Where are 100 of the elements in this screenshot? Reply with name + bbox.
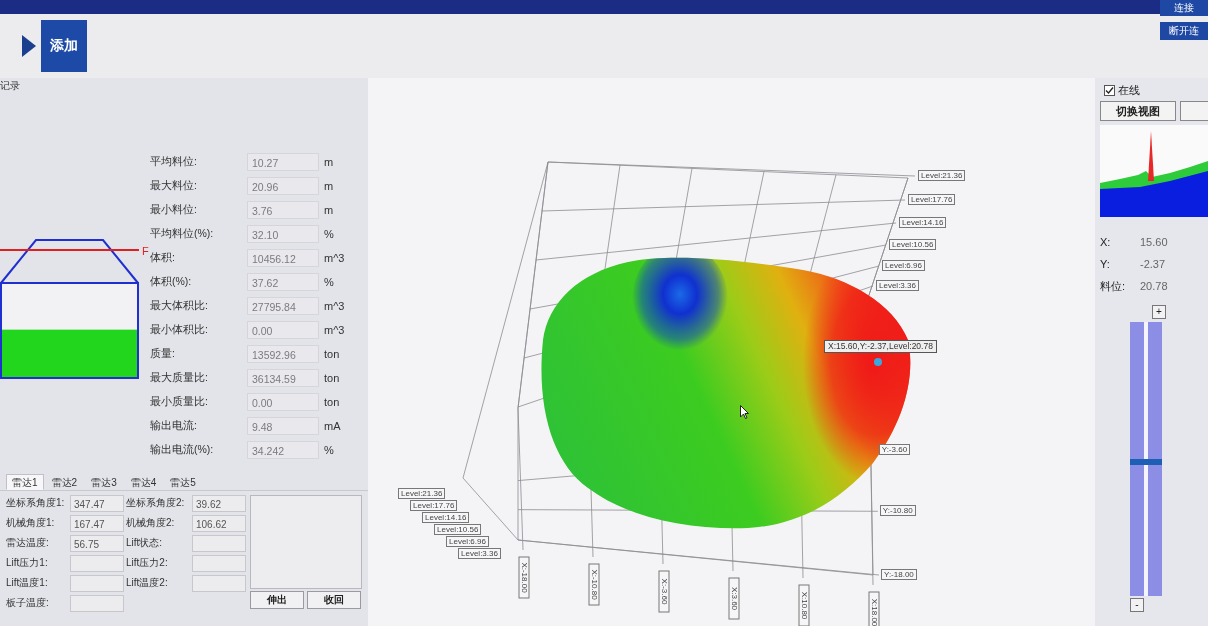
radar-tab[interactable]: 雷达1 (6, 474, 44, 490)
measurement-label: 最小体积比: (150, 323, 208, 337)
readout-field: 10.27 (247, 153, 319, 171)
x-axis-label: X:-18.00 (518, 556, 530, 599)
level-axis-label: Level:17.76 (908, 194, 956, 205)
x-axis-label: X:18.00 (868, 591, 880, 626)
unit-label: m^3 (324, 324, 345, 336)
readout-field: 10456.12 (247, 249, 319, 267)
measurement-label: 输出电流: (150, 419, 197, 433)
triangle-icon (22, 35, 36, 57)
unit-label: mA (324, 420, 341, 432)
slider-thumb[interactable] (1130, 458, 1162, 465)
input-field[interactable]: 39.62 (192, 494, 246, 512)
action-button[interactable]: 收回 (307, 591, 361, 609)
measurement-label: 最小料位: (150, 203, 197, 217)
input-field[interactable] (70, 554, 124, 572)
readout-field: 32.10 (247, 225, 319, 243)
y-axis-label: Y:-10.80 (879, 505, 916, 517)
field-label: 机械角度1: (6, 516, 55, 530)
level-axis-label: Level:10.56 (434, 524, 482, 535)
field-label: Lift温度2: (126, 576, 168, 590)
field-label: 机械角度2: (126, 516, 175, 530)
level-axis-label: Level:3.36 (876, 280, 919, 291)
unit-label: m (324, 156, 334, 168)
point-tooltip: X:15.60,Y:-2.37,Level:20.78 (824, 340, 937, 353)
input-field[interactable] (70, 574, 124, 592)
switch-view-button[interactable]: 切换视图 (1100, 101, 1176, 121)
field-label: Lift状态: (126, 536, 163, 550)
readout-value: -2.37 (1140, 258, 1166, 270)
level-axis-label: Level:14.16 (422, 512, 470, 523)
disconnect-button[interactable]: 断开连 (1160, 22, 1208, 40)
level-axis-label: Level:17.76 (410, 500, 458, 511)
connect-button[interactable]: 连接 (1160, 0, 1208, 16)
measurement-label: 最小质量比: (150, 395, 208, 409)
measurement-label: 输出电流(%): (150, 443, 214, 457)
field-label: 雷达温度: (6, 536, 49, 550)
measurement-label: 最大料位: (150, 179, 197, 193)
online-checkbox[interactable] (1104, 85, 1115, 96)
unit-label: ton (324, 396, 340, 408)
x-axis-label: X:3.60 (728, 577, 740, 620)
unit-label: m^3 (324, 300, 345, 312)
field-label: 坐标系角度1: (6, 496, 65, 510)
unit-label: m (324, 180, 334, 192)
readout-field: 0.00 (247, 321, 319, 339)
add-button[interactable]: 添加 (41, 20, 87, 72)
level-slider[interactable] (1130, 322, 1162, 596)
level-marker-label: F (142, 245, 150, 257)
unit-label: % (324, 444, 334, 456)
x-axis-label: X:-10.80 (588, 563, 600, 606)
level-axis-label: Level:3.36 (458, 548, 501, 559)
field-label: 板子温度: (6, 596, 49, 610)
measurement-label: 质量: (150, 347, 175, 361)
online-label: 在线 (1118, 83, 1140, 98)
log-text-area[interactable] (250, 495, 362, 589)
readout-value: 20.78 (1140, 280, 1168, 292)
unit-label: m (324, 204, 334, 216)
input-field[interactable] (192, 574, 246, 592)
input-field[interactable] (192, 554, 246, 572)
measurement-label: 平均料位: (150, 155, 197, 169)
input-field[interactable]: 106.62 (192, 514, 246, 532)
readout-label: Y: (1100, 258, 1110, 270)
input-field[interactable]: 167.47 (70, 514, 124, 532)
y-axis-label: Y:-3.60 (878, 444, 911, 456)
increase-button[interactable]: + (1152, 305, 1166, 319)
field-label: Lift压力1: (6, 556, 48, 570)
x-axis-label: X:-3.60 (658, 570, 670, 613)
field-label: Lift压力2: (126, 556, 168, 570)
decrease-button[interactable]: - (1130, 598, 1144, 612)
radar-tab[interactable]: 雷达3 (85, 474, 123, 490)
radar-tab[interactable]: 雷达4 (124, 474, 163, 490)
input-field[interactable] (70, 594, 124, 612)
input-field[interactable] (192, 534, 246, 552)
level-axis-label: Level:21.36 (918, 170, 966, 181)
readout-value: 15.60 (1140, 236, 1168, 248)
unit-label: ton (324, 372, 340, 384)
unit-label: m^3 (324, 252, 345, 264)
unit-label: % (324, 276, 334, 288)
level-axis-label: Level:21.36 (398, 488, 446, 499)
partial-button[interactable] (1180, 101, 1208, 121)
measurement-label: 最大体积比: (150, 299, 208, 313)
radar-tab[interactable]: 雷达2 (45, 474, 84, 490)
field-label: Lift温度1: (6, 576, 48, 590)
measurement-label: 体积: (150, 251, 175, 265)
readout-field: 0.00 (247, 393, 319, 411)
radar-tab[interactable]: 雷达5 (164, 474, 202, 490)
level-axis-label: Level:6.96 (446, 536, 489, 547)
readout-field: 37.62 (247, 273, 319, 291)
data-point-marker-icon (874, 358, 882, 366)
input-field[interactable]: 56.75 (70, 534, 124, 552)
readout-field: 3.76 (247, 201, 319, 219)
readout-label: 料位: (1100, 278, 1126, 294)
readout-field: 27795.84 (247, 297, 319, 315)
cursor-icon (740, 405, 749, 419)
readout-field: 9.48 (247, 417, 319, 435)
input-field[interactable]: 347.47 (70, 494, 124, 512)
x-axis-label: X:10.80 (798, 584, 810, 626)
readout-field: 34.242 (247, 441, 319, 459)
readout-label: X: (1100, 236, 1111, 248)
action-button[interactable]: 伸出 (250, 591, 304, 609)
level-axis-label: Level:14.16 (899, 217, 947, 228)
